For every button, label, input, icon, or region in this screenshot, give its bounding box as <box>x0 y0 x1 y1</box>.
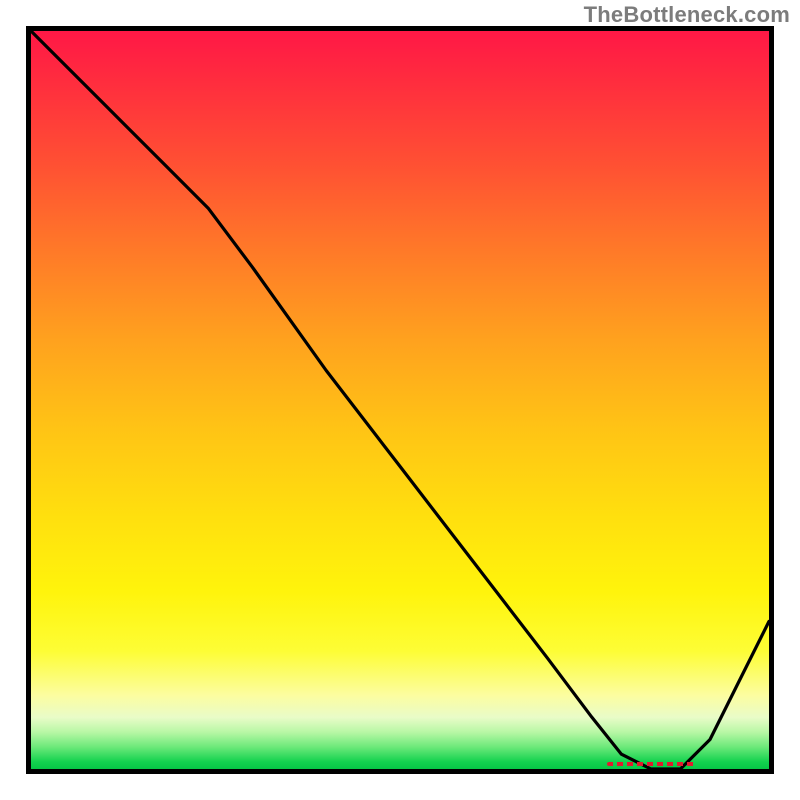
plot-area <box>26 26 774 774</box>
watermark-text: TheBottleneck.com <box>584 2 790 28</box>
line-series <box>31 31 769 769</box>
chart-container: TheBottleneck.com <box>0 0 800 800</box>
curve-path <box>31 31 769 769</box>
optimal-range-marker <box>607 762 696 766</box>
